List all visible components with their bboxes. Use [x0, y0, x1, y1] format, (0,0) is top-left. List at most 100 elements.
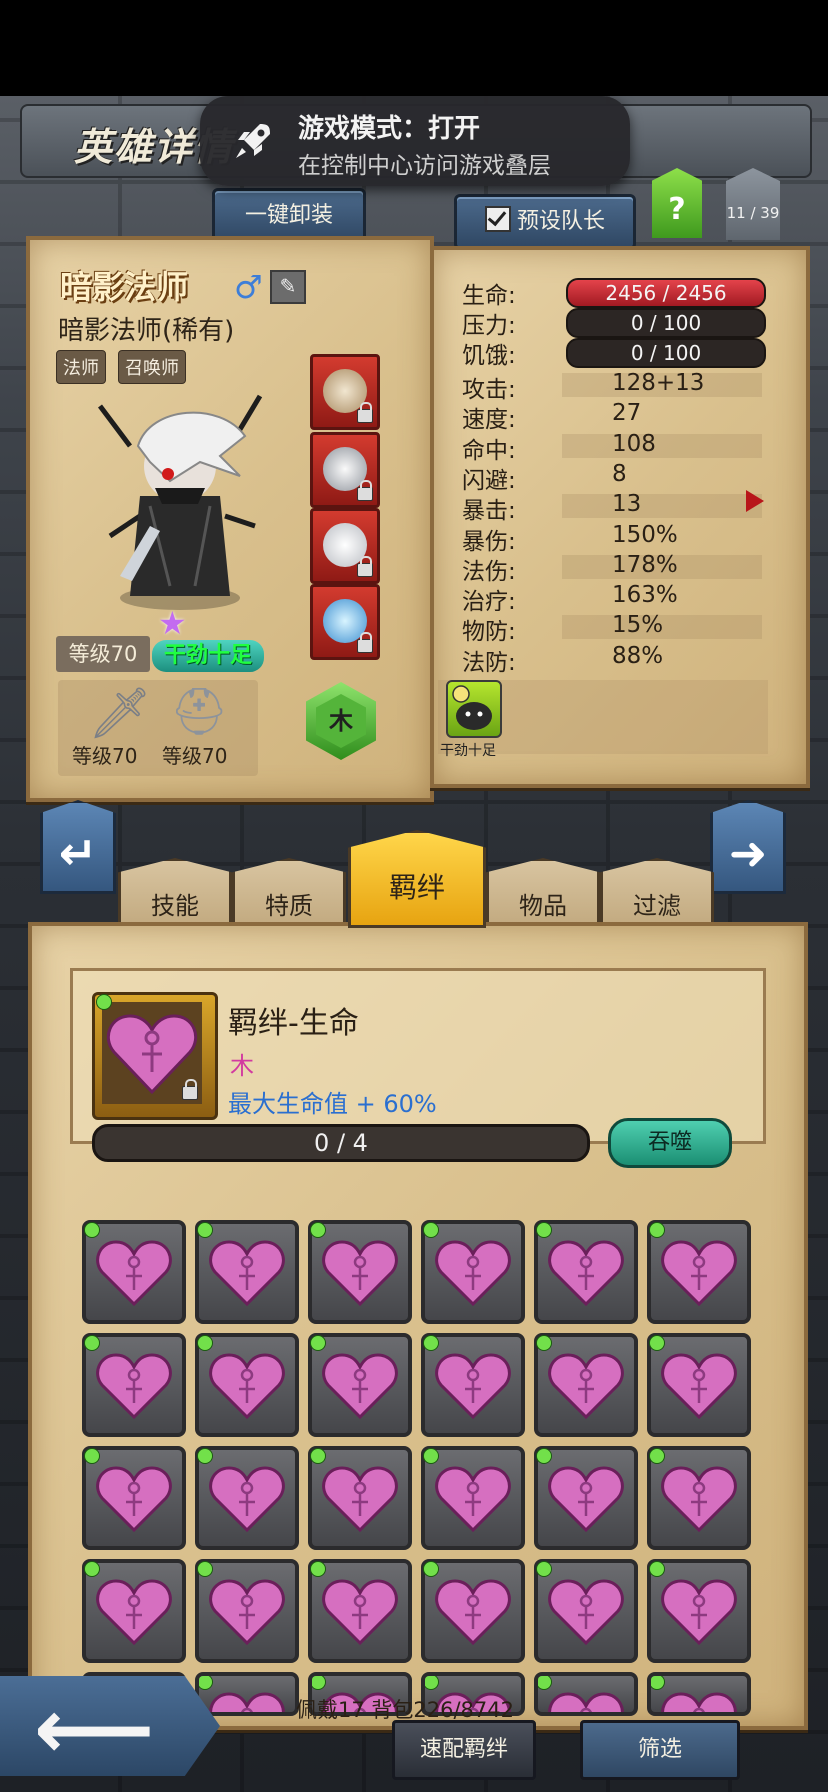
bond-gem-cell[interactable] — [195, 1333, 299, 1437]
edit-icon[interactable]: ✎ — [270, 270, 306, 304]
armor-level: 等级70 — [162, 744, 228, 768]
passive-trait-label: 干劲十足 — [440, 743, 496, 759]
bond-gem-cell[interactable] — [82, 1446, 186, 1550]
stat-row: 法防: 88% — [462, 642, 754, 676]
sword-icon[interactable]: 🗡 — [88, 684, 151, 743]
hero-portrait[interactable] — [80, 376, 280, 616]
stat-value: 108 — [612, 430, 656, 457]
bond-gem-cell[interactable] — [647, 1672, 751, 1716]
equipped-dot — [96, 994, 112, 1010]
stat-row: 治疗: 163% — [462, 582, 754, 615]
stat-value: 150% — [612, 521, 678, 548]
stat-label: 法伤: — [462, 558, 516, 585]
hp-bar: 2456 / 2456 — [566, 278, 766, 308]
toast-title: 游戏模式：打开 — [298, 114, 481, 144]
stat-label: 法防: — [462, 649, 516, 676]
stat-label: 治疗: — [462, 589, 516, 616]
orb-accessory-slot[interactable] — [310, 584, 380, 660]
stat-row: 法伤: 178% — [462, 551, 762, 585]
stat-label: 闪避: — [462, 467, 516, 494]
stat-label: 压力: — [462, 313, 516, 339]
bond-gem-cell[interactable] — [647, 1220, 751, 1324]
stats-expand-arrow-icon[interactable] — [746, 490, 764, 512]
lock-icon — [357, 402, 373, 423]
male-icon: ♂ — [234, 268, 263, 306]
bond-gem-cell[interactable] — [308, 1333, 412, 1437]
bond-gem-cell[interactable] — [647, 1446, 751, 1550]
potion-accessory-slot[interactable] — [310, 508, 380, 584]
checkbox-icon[interactable] — [484, 206, 511, 232]
stat-value: 88% — [612, 642, 664, 669]
hero-trait-badge[interactable]: 干劲十足 — [152, 640, 264, 672]
bond-gem-cell[interactable] — [195, 1446, 299, 1550]
bond-gem-cell[interactable] — [647, 1333, 751, 1437]
stat-label: 生命: — [462, 283, 516, 309]
stat-value: 15% — [612, 612, 664, 639]
lock-icon — [182, 1079, 198, 1100]
bond-gem-cell[interactable] — [421, 1220, 525, 1324]
preset-leader-label: 预设队长 — [516, 209, 605, 234]
stat-row: 攻击: 128+13 — [462, 370, 762, 403]
bond-gem-cell[interactable] — [195, 1220, 299, 1324]
bond-gem-cell[interactable] — [421, 1559, 525, 1663]
stat-row: 暴击: 13 — [462, 491, 762, 524]
bond-effect: 最大生命值 + 60% — [228, 1090, 437, 1118]
stat-value: 163% — [612, 582, 678, 609]
filter-button[interactable]: 筛选 — [580, 1720, 740, 1780]
bond-progress-bar: 0 / 4 — [92, 1124, 590, 1162]
stress-bar: 0 / 100 — [566, 308, 766, 338]
bond-gem-cell[interactable] — [534, 1672, 638, 1716]
tab-bond[interactable]: 羁绊 — [348, 830, 486, 928]
helmet-icon[interactable]: ⛑ — [170, 684, 228, 739]
bond-gem-cell[interactable] — [308, 1220, 412, 1324]
stat-label: 暴击: — [462, 498, 516, 525]
bond-gem-cell[interactable] — [647, 1559, 751, 1663]
hero-name: 暗影法师 — [60, 268, 189, 306]
game-mode-toast[interactable]: 游戏模式：打开 在控制中心访问游戏叠层 — [200, 96, 630, 186]
bond-gem-cell[interactable] — [421, 1446, 525, 1550]
stat-label: 速度: — [462, 407, 516, 434]
bond-name: 羁绊-生命 — [228, 1006, 359, 1041]
bond-gem-cell[interactable] — [195, 1672, 299, 1716]
bond-gem-cell[interactable] — [82, 1559, 186, 1663]
bond-gem-cell[interactable] — [534, 1333, 638, 1437]
horn-accessory-slot[interactable] — [310, 354, 380, 430]
bond-gem-cell[interactable] — [534, 1446, 638, 1550]
lock-icon — [357, 556, 373, 577]
heart-gem-icon — [102, 1002, 202, 1104]
prev-hero-arrow-icon[interactable]: ↵ — [40, 800, 116, 894]
devour-button[interactable]: 吞噬 — [608, 1118, 732, 1168]
stat-label: 暴伤: — [462, 528, 516, 555]
rocket-icon — [236, 124, 270, 158]
hero-class: 暗影法师(稀有) — [58, 316, 235, 346]
ring-accessory-slot[interactable] — [310, 432, 380, 508]
bond-gem-cell[interactable] — [195, 1559, 299, 1663]
bond-gem-cell[interactable] — [534, 1220, 638, 1324]
bond-gem-cell[interactable] — [82, 1333, 186, 1437]
help-button[interactable]: ? — [652, 168, 702, 238]
lock-icon — [357, 480, 373, 501]
passive-trait-icon[interactable] — [446, 680, 502, 738]
bond-gem-cell[interactable] — [308, 1446, 412, 1550]
bond-gem-cell[interactable] — [534, 1559, 638, 1663]
hunger-bar: 0 / 100 — [566, 338, 766, 368]
quick-bond-button[interactable]: 速配羁绊 — [392, 1720, 536, 1780]
stat-row: 命中: 108 — [462, 430, 762, 464]
bond-gem-cell[interactable] — [308, 1559, 412, 1663]
stat-label: 命中: — [462, 437, 516, 464]
bond-gem-cell[interactable] — [421, 1333, 525, 1437]
next-hero-arrow-icon[interactable]: ➜ — [710, 800, 786, 894]
stat-stress: 压力: 0 / 100 — [462, 306, 766, 339]
preset-leader-button[interactable]: 预设队长 — [454, 194, 636, 250]
stat-value: 178% — [612, 551, 678, 578]
bond-gem-cell[interactable] — [82, 1220, 186, 1324]
page-counter: 11 / 39 — [726, 204, 780, 222]
toast-subtitle: 在控制中心访问游戏叠层 — [298, 153, 551, 179]
back-arrow-icon[interactable]: ⟵ — [34, 1680, 154, 1778]
stat-label: 攻击: — [462, 377, 516, 403]
stat-row: 闪避: 8 — [462, 461, 754, 494]
stat-row: 物防: 15% — [462, 612, 762, 645]
rarity-star-icon: ★ — [158, 604, 187, 642]
stat-hunger: 饥饿: 0 / 100 — [462, 336, 766, 369]
hero-level: 等级70 — [56, 636, 150, 672]
